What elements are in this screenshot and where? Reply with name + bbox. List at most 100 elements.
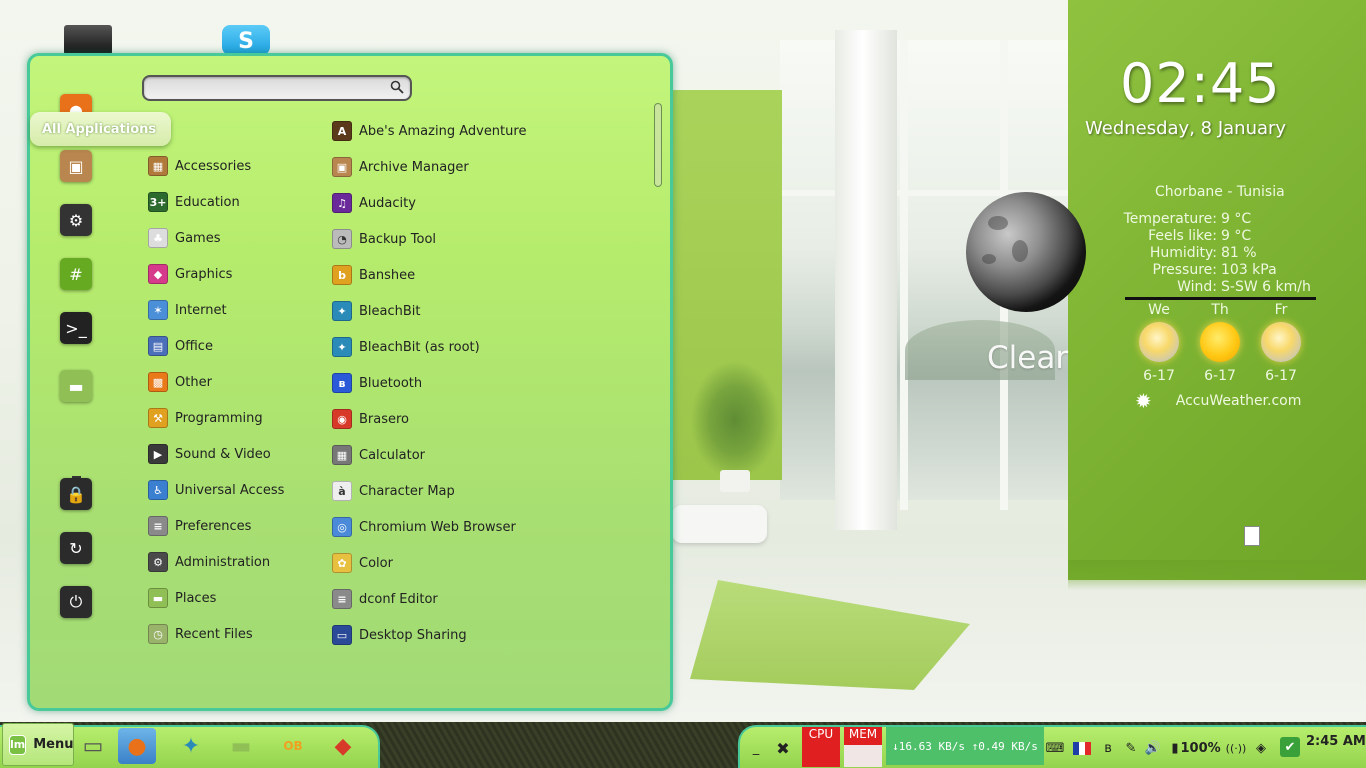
category-item[interactable]: ◷ Recent Files <box>148 622 253 646</box>
menu-button[interactable]: lm Menu <box>2 723 74 766</box>
category-item[interactable]: ▶ Sound & Video <box>148 442 271 466</box>
app-label: Desktop Sharing <box>359 627 467 643</box>
category-item[interactable]: ♿ Universal Access <box>148 478 284 502</box>
search-input[interactable] <box>152 80 382 98</box>
app-item[interactable]: ✿ Color <box>332 551 393 575</box>
category-item[interactable]: ▤ Office <box>148 334 213 358</box>
hexchat-icon[interactable]: # <box>60 258 92 290</box>
update-icon[interactable]: ✔ <box>1280 737 1300 757</box>
bluetooth-tray-icon[interactable]: ʙ <box>1100 731 1116 765</box>
category-item[interactable]: ⚙ Administration <box>148 550 270 574</box>
weather-row: Humidity: 81 % <box>1149 245 1257 261</box>
shield-icon[interactable]: ◈ <box>1252 731 1270 765</box>
desktop-sharing-icon: ▭ <box>332 625 352 645</box>
app-item[interactable]: ▦ Calculator <box>332 443 425 467</box>
category-item[interactable]: ≡ Preferences <box>148 514 251 538</box>
lock-screen-icon[interactable]: 🔒 <box>60 478 92 510</box>
wifi-icon[interactable]: ((·)) <box>1224 731 1248 765</box>
app-item[interactable]: à Character Map <box>332 479 455 503</box>
app-item[interactable]: ✦ BleachBit (as root) <box>332 335 480 359</box>
app-label: Color <box>359 555 393 571</box>
bluetooth-icon: ʙ <box>332 373 352 393</box>
keyboard-icon[interactable]: ⌨ <box>1046 731 1065 765</box>
app-item[interactable]: ◔ Backup Tool <box>332 227 436 251</box>
category-item[interactable]: ◆ Graphics <box>148 262 232 286</box>
app-item[interactable]: ✦ BleachBit <box>332 299 421 323</box>
weather-provider-link[interactable]: AccuWeather.com <box>1176 393 1302 409</box>
category-item[interactable]: ▬ Places <box>148 586 216 610</box>
battery-percentage: 100% <box>1180 740 1221 756</box>
category-item[interactable]: ▦ Accessories <box>148 154 251 178</box>
french-flag-icon[interactable] <box>1071 731 1093 765</box>
app-label: Archive Manager <box>359 159 469 175</box>
forecast-day: We 6-17 <box>1130 302 1188 384</box>
bleachbit-root-icon: ✦ <box>332 337 352 357</box>
app-item[interactable]: ▭ Desktop Sharing <box>332 623 467 647</box>
logout-icon[interactable]: ↻ <box>60 532 92 564</box>
app-label: dconf Editor <box>359 591 438 607</box>
app-label: Bluetooth <box>359 375 423 391</box>
cpu-monitor[interactable]: CPU <box>802 727 840 767</box>
category-item[interactable]: ✶ Internet <box>148 298 227 322</box>
app-item[interactable]: ʙ Bluetooth <box>332 371 422 395</box>
app-item[interactable]: ▣ Archive Manager <box>332 155 469 179</box>
category-item[interactable]: ♣ Games <box>148 226 220 250</box>
close-icon[interactable]: ✖ <box>774 731 792 765</box>
search-icon[interactable] <box>390 80 404 94</box>
skype-icon[interactable]: S <box>222 25 270 55</box>
cloudy-sun-icon <box>1261 322 1301 362</box>
app-list-scrollbar[interactable] <box>654 103 662 187</box>
category-item[interactable]: ⚒ Programming <box>148 406 263 430</box>
app-label: Character Map <box>359 483 455 499</box>
wallpaper-plant-pot <box>720 470 750 492</box>
memory-monitor[interactable]: MEM <box>844 727 882 767</box>
weather-settings-icon[interactable]: ✹ <box>1135 389 1152 413</box>
character-map-icon: à <box>332 481 352 501</box>
category-item[interactable]: ▩ Other <box>148 370 212 394</box>
category-all-applications[interactable]: All Applications <box>30 112 171 146</box>
wallpaper-sofa <box>672 505 767 543</box>
panel-clock[interactable]: 2:45 AM <box>1306 734 1366 749</box>
bleachbit-taskbar-icon[interactable]: ✦ <box>172 728 210 764</box>
app-item[interactable]: ◎ Chromium Web Browser <box>332 515 516 539</box>
app-item[interactable]: ◉ Brasero <box>332 407 409 431</box>
brasero-icon: ◉ <box>332 409 352 429</box>
terminal-icon[interactable]: >_ <box>60 312 92 344</box>
network-speed[interactable]: ↓16.63 KB/s ↑0.49 KB/s <box>886 727 1044 765</box>
games-icon: ♣ <box>148 228 168 248</box>
calculator-icon: ▦ <box>332 445 352 465</box>
minimize-icon[interactable]: _ <box>748 731 764 765</box>
firefox-taskbar-icon[interactable]: ● <box>118 728 156 764</box>
files-taskbar-icon[interactable]: ▬ <box>222 728 260 764</box>
desktop-icon-monitor[interactable] <box>64 25 112 55</box>
battery-icon: ▮ <box>1171 740 1179 756</box>
app-item[interactable]: A Abe's Amazing Adventure <box>332 119 526 143</box>
weather-row: Feels like: 9 °C <box>1148 228 1252 244</box>
internet-icon: ✶ <box>148 300 168 320</box>
app-item[interactable]: b Banshee <box>332 263 415 287</box>
forecast-day: Fr 6-17 <box>1252 302 1310 384</box>
education-icon: 3+ <box>148 192 168 212</box>
category-item[interactable]: 3+ Education <box>148 190 240 214</box>
sunny-icon <box>1200 322 1240 362</box>
package-manager-icon[interactable]: ▣ <box>60 150 92 182</box>
app-item[interactable]: ≡ dconf Editor <box>332 587 438 611</box>
cube-app-icon[interactable]: ◆ <box>324 728 362 764</box>
show-desktop-icon[interactable]: ▭ <box>74 728 112 764</box>
application-menu: ● ▣ ⚙ # >_ ▬ 🔒 ↻ ⏻ All Applications ▦ Accessories… <box>27 53 673 711</box>
openbox-config-icon[interactable]: OB <box>274 728 312 764</box>
weather-row: Pressure: 103 kPa <box>1152 262 1277 278</box>
app-item[interactable]: ♫ Audacity <box>332 191 416 215</box>
files-folder-icon[interactable]: ▬ <box>60 370 92 402</box>
battery-indicator[interactable]: ▮ 100% <box>1168 731 1224 765</box>
category-label: Accessories <box>175 158 252 174</box>
pen-icon[interactable]: ✎ <box>1122 731 1140 765</box>
moon-icon <box>966 192 1086 312</box>
chromium-icon: ◎ <box>332 517 352 537</box>
wallpaper-lamp <box>1244 526 1260 546</box>
dconf-icon: ≡ <box>332 589 352 609</box>
shutdown-icon[interactable]: ⏻ <box>60 586 92 618</box>
system-settings-icon[interactable]: ⚙ <box>60 204 92 236</box>
volume-icon[interactable]: 🔊 <box>1144 731 1162 765</box>
category-label: Internet <box>175 302 227 318</box>
